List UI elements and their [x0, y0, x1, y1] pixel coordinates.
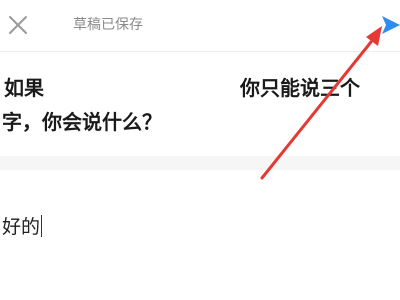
answer-editor-screen: 草稿已保存 如果 你只能说三个 字，你会说什么？ 好的: [0, 0, 400, 300]
close-button[interactable]: [4, 8, 32, 42]
question-line-2: 字，你会说什么？: [2, 110, 162, 134]
close-icon: [9, 16, 27, 34]
question-line-1-start: 如果: [4, 76, 44, 100]
answer-value: 好的: [2, 216, 41, 238]
draft-saved-status: 草稿已保存: [73, 17, 143, 33]
send-button[interactable]: [380, 10, 400, 40]
text-cursor: [41, 215, 43, 237]
answer-input[interactable]: 好的: [0, 196, 400, 256]
question-title: 如果 你只能说三个 字，你会说什么？: [0, 74, 400, 140]
send-icon: [382, 16, 400, 34]
top-bar: 草稿已保存: [0, 0, 400, 52]
question-line-1-end: 你只能说三个: [240, 76, 360, 100]
answer-input-text: 好的: [2, 214, 43, 240]
section-divider: [0, 156, 400, 170]
